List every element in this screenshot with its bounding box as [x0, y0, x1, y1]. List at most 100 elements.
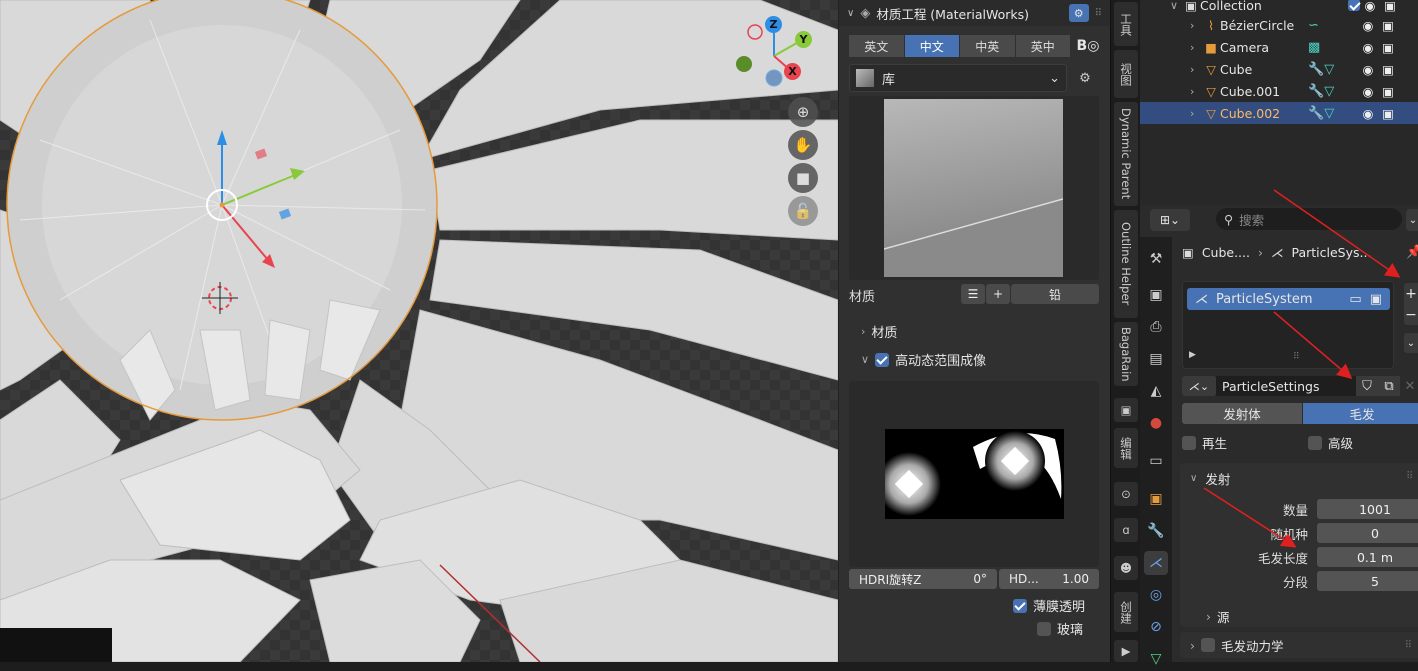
advanced-toggle[interactable]: 高级	[1308, 433, 1353, 452]
tab-bagarain[interactable]: BagaRain	[1114, 322, 1138, 386]
eye-icon[interactable]: ◉	[1358, 106, 1378, 121]
drag-handle-icon[interactable]: ⠿	[1095, 8, 1102, 19]
tab-tools[interactable]: 工具	[1114, 2, 1138, 46]
hair-dynamics-checkbox[interactable]	[1201, 638, 1215, 652]
constraint-tab-icon[interactable]: ⊘	[1144, 615, 1168, 639]
properties-search-field[interactable]: ⚲ 搜索	[1216, 208, 1402, 230]
gizmo-y-axis[interactable]: Y	[795, 31, 812, 48]
tab-dynamic-parent[interactable]: Dynamic Parent	[1114, 102, 1138, 206]
duplicate-icon[interactable]: ⧉	[1378, 376, 1400, 396]
hair-length-field[interactable]: 0.1 m	[1317, 547, 1418, 567]
drag-handle-icon[interactable]: ⠿	[1405, 640, 1412, 651]
zoom-icon[interactable]: ⊕	[788, 97, 818, 127]
eye-icon[interactable]: ◉	[1360, 0, 1380, 13]
list-item-particle-system[interactable]: ⋌ ParticleSystem ▭ ▣	[1187, 288, 1390, 310]
collection-exclude-checkbox[interactable]	[1348, 0, 1360, 11]
output-tab-icon[interactable]: ⎙	[1144, 315, 1168, 339]
regrow-toggle[interactable]: 再生	[1182, 433, 1227, 452]
eye-icon[interactable]: ◉	[1358, 84, 1378, 99]
outliner-row-cube-001[interactable]: › ▽ Cube.001 🔧▽ ◉ ▣	[1140, 80, 1418, 102]
list-specials-dropdown[interactable]: ⌄	[1404, 333, 1418, 353]
lock-icon[interactable]: 🔓	[788, 196, 818, 226]
count-field[interactable]: 1001	[1317, 499, 1418, 519]
breadcrumb-object[interactable]: Cube....	[1202, 245, 1250, 260]
3d-viewport[interactable]: Z Y X ⊕ ✋ ■ 🔓	[0, 0, 838, 662]
add-material-icon[interactable]: +	[986, 284, 1010, 304]
drag-handle-icon[interactable]: ⠿	[1406, 471, 1413, 482]
add-icon[interactable]: +	[1405, 286, 1417, 302]
hair-dynamics-header[interactable]: › 毛发动力学 ⠿	[1180, 632, 1418, 658]
glass-toggle[interactable]: 玻璃	[1037, 619, 1083, 638]
scene-tab-icon[interactable]: ◭	[1144, 379, 1168, 403]
render-camera-icon[interactable]: ▣	[1370, 292, 1382, 307]
world-tab-icon[interactable]: ●	[1144, 411, 1168, 435]
tab-outline-helper[interactable]: Outline Helper	[1114, 210, 1138, 318]
tab-edit[interactable]: 编辑	[1114, 428, 1138, 468]
render-camera-icon[interactable]: ▣	[1378, 18, 1398, 33]
film-transparent-checkbox[interactable]	[1013, 598, 1027, 613]
settings-icon[interactable]: ⚙	[1068, 4, 1089, 22]
panel-header[interactable]: ∨ ◈ 材质工程 (MaterialWorks) ⚙ ⠿	[839, 0, 1110, 26]
eye-icon[interactable]: ◉	[1358, 40, 1378, 55]
outliner-row-beziercircle[interactable]: › ⌇ BézierCircle ∽ ◉ ▣	[1140, 14, 1418, 36]
library-dropdown[interactable]: 库 ⌄	[849, 64, 1067, 92]
glass-checkbox[interactable]	[1037, 621, 1051, 636]
monitor-icon[interactable]: ▭	[1349, 292, 1361, 307]
lang-chinese-button[interactable]: 中文	[904, 35, 959, 57]
object-tab-icon[interactable]: ▣	[1144, 487, 1168, 511]
regrow-checkbox[interactable]	[1182, 435, 1196, 450]
emission-section-header[interactable]: ∨ 发射	[1190, 469, 1230, 488]
collection-tab-icon[interactable]: ▭	[1144, 449, 1168, 473]
tab-skull-icon[interactable]: ☻	[1114, 556, 1138, 580]
eye-icon[interactable]: ◉	[1358, 18, 1378, 33]
outliner-row-cube-002[interactable]: › ▽ Cube.002 🔧▽ ◉ ▣	[1140, 102, 1418, 124]
gizmo-x-axis[interactable]: X	[784, 63, 801, 80]
type-hair-button[interactable]: 毛发	[1303, 403, 1418, 424]
render-camera-icon[interactable]: ▣	[1380, 0, 1400, 13]
render-camera-icon[interactable]: ▣	[1378, 62, 1398, 77]
eye-icon[interactable]: ◉	[1358, 62, 1378, 77]
outliner-row-cube[interactable]: › ▽ Cube 🔧▽ ◉ ▣	[1140, 58, 1418, 80]
advanced-checkbox[interactable]	[1308, 435, 1322, 450]
editor-type-dropdown[interactable]: ⊞⌄	[1150, 209, 1190, 231]
physics-tab-icon[interactable]: ◎	[1144, 583, 1168, 607]
type-emitter-button[interactable]: 发射体	[1182, 403, 1302, 424]
particle-tab-icon[interactable]: ⋌	[1144, 551, 1168, 575]
render-tab-icon[interactable]: ▣	[1144, 283, 1168, 307]
segments-field[interactable]: 5	[1317, 571, 1418, 591]
lang-english-chinese-button[interactable]: 英中	[1015, 35, 1070, 57]
film-transparent-toggle[interactable]: 薄膜透明	[1013, 596, 1085, 615]
view-layer-tab-icon[interactable]: ▤	[1144, 347, 1168, 371]
lead-button[interactable]: 铅	[1011, 284, 1099, 304]
particle-system-list[interactable]: ⋌ ParticleSystem ▭ ▣ ▶ ⠿	[1182, 281, 1394, 369]
list-resize-handle-icon[interactable]: ⠿	[1293, 352, 1300, 362]
tab-view[interactable]: 视图	[1114, 50, 1138, 98]
breadcrumb-particle-system[interactable]: ParticleSys...	[1291, 245, 1371, 260]
library-settings-icon[interactable]: ⚙	[1073, 66, 1097, 90]
render-camera-icon[interactable]: ▣	[1378, 40, 1398, 55]
chevron-down-icon[interactable]: ∨	[847, 8, 854, 19]
material-preview-box[interactable]	[849, 96, 1099, 280]
data-tab-icon[interactable]: ▽	[1144, 647, 1168, 671]
tab-create[interactable]: 创建	[1114, 592, 1138, 632]
tab-arrow-icon[interactable]: ▶	[1114, 640, 1138, 662]
remove-icon[interactable]: −	[1405, 307, 1417, 323]
tab-target-icon[interactable]: ⊙	[1114, 482, 1138, 506]
hdri-preview-box[interactable]	[849, 381, 1099, 567]
lang-english-button[interactable]: 英文	[849, 35, 904, 57]
list-expand-icon[interactable]: ▶	[1189, 350, 1196, 360]
hd-strength-field[interactable]: HD... 1.00	[999, 569, 1099, 589]
camera-icon[interactable]: ■	[788, 163, 818, 193]
pin-icon[interactable]: 📌	[1406, 245, 1418, 260]
render-camera-icon[interactable]: ▣	[1378, 106, 1398, 121]
fake-user-shield-icon[interactable]: ⛉	[1356, 376, 1378, 396]
outliner-row-camera[interactable]: › ■ Camera ▩ ◉ ▣	[1140, 36, 1418, 58]
source-section-header[interactable]: › 源	[1206, 607, 1230, 626]
particle-settings-browse[interactable]: ⋌⌄	[1182, 376, 1216, 396]
bo-logo-icon[interactable]: B◎	[1071, 35, 1105, 57]
hdr-checkbox[interactable]	[875, 352, 890, 367]
modifier-tab-icon[interactable]: 🔧	[1144, 519, 1168, 543]
tool-tab-icon[interactable]: ⚒	[1144, 247, 1168, 271]
seed-field[interactable]: 0	[1317, 523, 1418, 543]
lang-chinese-english-button[interactable]: 中英	[960, 35, 1015, 57]
